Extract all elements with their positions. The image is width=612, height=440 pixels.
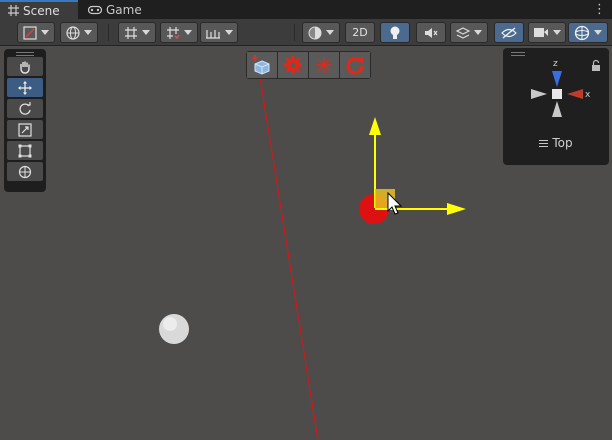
lightbulb-icon — [390, 26, 400, 39]
axis-neg-x-cone[interactable] — [531, 89, 547, 99]
chevron-down-icon — [594, 30, 602, 35]
tab-game[interactable]: Game — [80, 0, 150, 19]
rotate-tool-button[interactable] — [7, 99, 43, 118]
hand-icon — [20, 61, 30, 74]
mode-2d-toggle[interactable]: 2D — [345, 22, 375, 43]
camera-icon — [534, 28, 548, 37]
red-line — [259, 76, 319, 440]
chevron-down-icon — [553, 30, 561, 35]
move-tool-button[interactable] — [7, 78, 43, 97]
grid-icon — [8, 5, 19, 16]
effects-dropdown[interactable] — [450, 22, 488, 43]
global-local-dropdown[interactable] — [60, 22, 98, 43]
tools-overlay — [4, 49, 46, 192]
toolbar-divider — [108, 24, 109, 41]
eye-slash-icon — [501, 26, 517, 39]
audio-toggle[interactable] — [416, 22, 446, 43]
move-handle-y-arrow[interactable] — [369, 117, 381, 135]
cube-plus-icon — [252, 55, 270, 75]
chevron-down-icon — [142, 30, 150, 35]
chevron-down-icon — [474, 30, 482, 35]
axis-x-label: x — [585, 90, 591, 100]
tab-game-label: Game — [106, 2, 142, 17]
ruler-icon — [206, 29, 220, 39]
transform-tool-button[interactable] — [7, 162, 43, 181]
lighting-toggle[interactable] — [380, 22, 410, 43]
shaded-cube-icon — [23, 25, 37, 40]
settings-button[interactable] — [278, 52, 308, 78]
ruler-dropdown[interactable] — [200, 22, 238, 43]
rect-tool-button[interactable] — [7, 141, 43, 160]
axis-z-cone[interactable] — [552, 71, 562, 87]
chevron-down-icon — [326, 30, 334, 35]
layers-effects-icon — [456, 26, 470, 39]
move-handle-x-arrow[interactable] — [447, 203, 466, 215]
camera-dropdown[interactable] — [528, 22, 566, 43]
particle-button[interactable] — [309, 52, 339, 78]
axis-x-cone[interactable] — [567, 89, 583, 99]
scene-toolbar: 2D — [0, 19, 612, 46]
gizmo-sphere-icon — [574, 25, 590, 40]
toolbar-divider — [294, 24, 295, 41]
white-sphere-highlight — [163, 317, 177, 331]
tab-bar: Scene Game ⋮ — [0, 0, 612, 19]
tab-scene-label: Scene — [23, 3, 60, 18]
chevron-down-icon — [225, 30, 233, 35]
reset-button[interactable] — [340, 52, 370, 78]
drag-grip-icon[interactable] — [16, 52, 34, 56]
view-mode-toggle[interactable]: Top — [503, 136, 609, 150]
increment-snap-dropdown[interactable] — [160, 22, 198, 43]
move-arrows-icon — [18, 80, 32, 95]
view-tool-button[interactable] — [7, 57, 43, 76]
speaker-muted-icon — [425, 27, 438, 38]
rect-transform-icon — [18, 144, 32, 157]
increment-snap-icon — [167, 26, 180, 39]
rotate-icon — [19, 101, 31, 115]
shading-dropdown[interactable] — [302, 22, 340, 43]
axis-gizmo-icon[interactable]: z x — [503, 54, 609, 134]
gear-icon — [284, 56, 302, 74]
scale-tool-button[interactable] — [7, 120, 43, 139]
globe-icon — [66, 25, 80, 40]
chevron-down-icon — [184, 30, 192, 35]
axis-neg-z-cone[interactable] — [552, 101, 562, 117]
chevron-down-icon — [84, 30, 92, 35]
hidden-objects-toggle[interactable] — [494, 22, 524, 43]
gamepad-icon — [88, 5, 102, 14]
mode-2d-label: 2D — [352, 26, 368, 39]
gizmos-dropdown[interactable] — [568, 22, 608, 43]
orientation-gizmo: z x Top — [503, 48, 609, 165]
more-options-icon[interactable]: ⋮ — [593, 2, 606, 17]
grid-snap-dropdown[interactable] — [118, 22, 156, 43]
grid-snap-icon — [125, 26, 137, 39]
sphere-shading-icon — [308, 26, 322, 39]
axis-z-label: z — [553, 59, 558, 69]
scale-icon — [18, 122, 32, 137]
menu-icon — [539, 139, 549, 147]
component-tools-overlay — [246, 51, 371, 79]
tab-scene[interactable]: Scene — [0, 0, 78, 19]
chevron-down-icon — [41, 30, 49, 35]
axis-center-cube[interactable] — [552, 89, 562, 99]
transform-icon — [18, 165, 32, 178]
scene-viewport[interactable]: z x Top — [0, 47, 612, 440]
view-mode-label: Top — [552, 136, 573, 150]
spark-icon — [316, 57, 332, 73]
add-component-button[interactable] — [247, 52, 277, 78]
refresh-icon — [346, 57, 364, 75]
draw-mode-dropdown[interactable] — [17, 22, 55, 43]
